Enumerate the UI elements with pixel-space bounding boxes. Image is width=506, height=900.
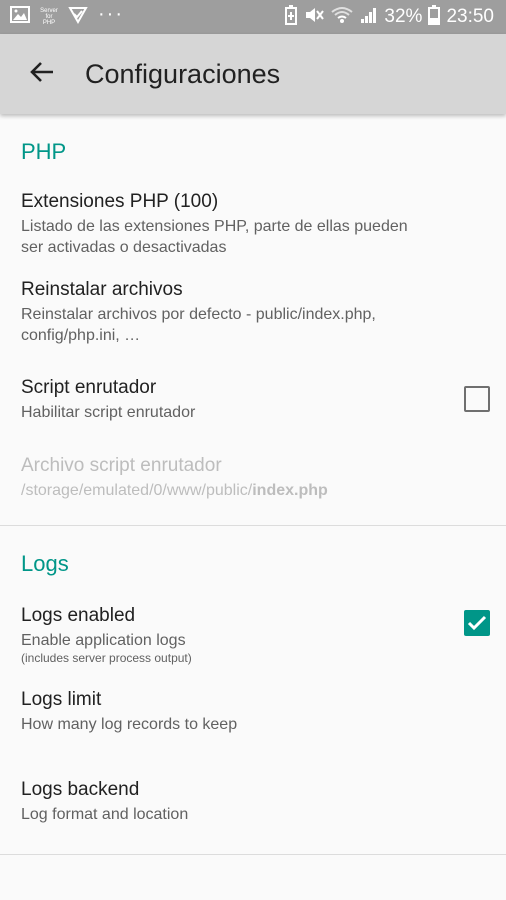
clock: 23:50 <box>446 6 494 27</box>
section-header-php: PHP <box>21 139 67 164</box>
battery-percent: 32% <box>384 6 423 27</box>
pref-title: Logs backend <box>21 779 140 800</box>
pref-summary: Habilitar script enrutador <box>21 404 196 421</box>
pref-router-script-file: Archivo script enrutador /storage/emulat… <box>0 440 506 506</box>
pref-logs-enabled[interactable]: Logs enabled Enable application logs (in… <box>0 590 506 674</box>
pref-summary: Log format and location <box>21 806 189 823</box>
pref-summary: Listado de las extensiones PHP, parte de… <box>21 218 408 256</box>
pref-title: Reinstalar archivos <box>21 279 183 300</box>
server-for-php-icon: Server for PHP <box>40 8 58 26</box>
pref-reinstall-files[interactable]: Reinstalar archivos Reinstalar archivos … <box>0 260 506 352</box>
router-file-name: index.php <box>252 482 328 499</box>
pref-summary: Reinstalar archivos por defecto - public… <box>21 306 376 344</box>
gallery-icon <box>10 6 30 28</box>
pref-summary: /storage/emulated/0/www/public/index.php <box>21 480 426 501</box>
signal-icon <box>360 6 378 29</box>
check-icon <box>467 615 487 631</box>
pref-router-script[interactable]: Script enrutador Habilitar script enruta… <box>0 352 506 440</box>
settings-list: PHP Extensiones PHP (100) Listado de las… <box>0 114 506 855</box>
battery-icon <box>428 4 441 30</box>
more-notifications-icon: ··· <box>98 3 124 25</box>
pref-logs-backend[interactable]: Logs backend Log format and location <box>0 764 506 854</box>
status-bar-left: Server for PHP ··· <box>10 3 124 29</box>
pref-title: Logs enabled <box>21 605 136 626</box>
section-divider <box>0 854 506 855</box>
arrow-back-icon <box>29 60 55 89</box>
app-bar: Configuraciones <box>0 34 506 114</box>
pref-logs-limit[interactable]: Logs limit How many log records to keep <box>0 674 506 764</box>
logs-enabled-checkbox[interactable] <box>464 610 490 636</box>
pref-title: Archivo script enrutador <box>21 455 222 476</box>
download-check-icon <box>68 6 88 29</box>
pref-title: Extensiones PHP (100) <box>21 191 219 212</box>
status-bar-right: 32% 23:50 <box>284 4 494 30</box>
section-header-logs: Logs <box>21 551 69 576</box>
pref-summary: Enable application logs <box>21 632 186 649</box>
pref-note: (includes server process output) <box>21 651 192 665</box>
status-bar: Server for PHP ··· 32% 23:50 <box>0 0 506 34</box>
pref-php-extensions[interactable]: Extensiones PHP (100) Listado de las ext… <box>0 170 506 260</box>
pref-summary: How many log records to keep <box>21 716 238 733</box>
pref-title: Script enrutador <box>21 377 157 398</box>
back-button[interactable] <box>22 54 62 94</box>
router-script-checkbox[interactable] <box>464 386 490 412</box>
page-title: Configuraciones <box>85 58 281 89</box>
mute-icon <box>304 6 325 29</box>
pref-title: Logs limit <box>21 689 102 710</box>
battery-saver-icon <box>284 4 298 30</box>
wifi-icon <box>330 6 354 29</box>
router-file-path: /storage/emulated/0/www/public/ <box>21 482 253 499</box>
